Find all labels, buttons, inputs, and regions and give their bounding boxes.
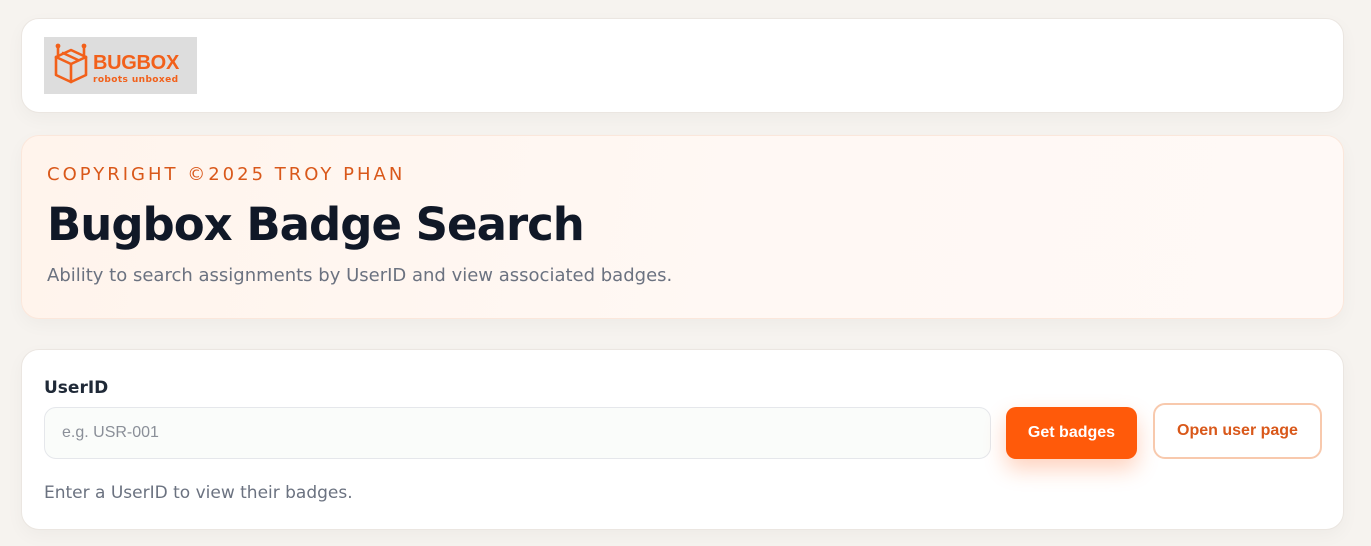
logo-tagline: robots unboxed [93,75,179,85]
page-title: Bugbox Badge Search [47,198,585,251]
userid-input[interactable] [44,407,991,459]
logo-wordmark: BUGBOX [93,52,179,74]
page-subtitle: Ability to search assignments by UserID … [47,265,673,286]
hero-banner: COPYRIGHT ©2025 TROY PHAN Bugbox Badge S… [21,135,1344,319]
copyright-eyebrow: COPYRIGHT ©2025 TROY PHAN [47,164,406,185]
search-panel: UserID Get badges Open user page Enter a… [21,349,1344,530]
status-hint: Enter a UserID to view their badges. [44,483,353,503]
robot-box-icon [54,43,88,84]
open-user-page-button[interactable]: Open user page [1153,403,1322,459]
bugbox-logo[interactable]: BUGBOX robots unboxed [44,37,197,94]
get-badges-button[interactable]: Get badges [1006,407,1137,459]
userid-label: UserID [44,378,109,398]
header-bar: BUGBOX robots unboxed [21,18,1344,113]
